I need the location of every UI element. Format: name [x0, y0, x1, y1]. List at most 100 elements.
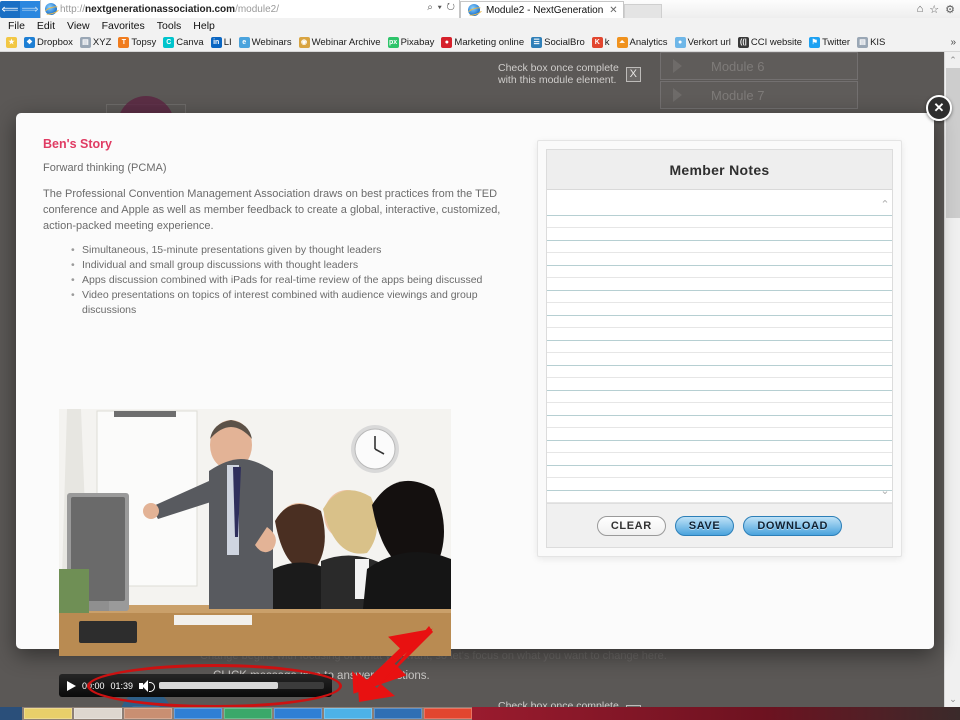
taskbar-item[interactable]	[374, 708, 422, 719]
rule-line	[547, 502, 892, 503]
bookmark-label: LI	[223, 37, 232, 48]
taskbar-item[interactable]	[74, 708, 122, 719]
bookmark-item[interactable]: ❖ Dropbox	[22, 37, 75, 48]
bookmark-item[interactable]: ★	[4, 37, 19, 48]
taskbar-item[interactable]	[174, 708, 222, 719]
rule-line	[547, 490, 892, 491]
rule-line	[547, 365, 892, 366]
bookmark-item[interactable]: ◉ Webinar Archive	[297, 37, 383, 48]
menu-item-tools[interactable]: Tools	[157, 20, 182, 32]
story-bullet: Video presentations on topics of interes…	[71, 288, 518, 318]
rule-line	[547, 215, 892, 216]
bookmark-label: k	[604, 37, 610, 48]
bookmark-favicon-icon: ⏶	[616, 37, 628, 48]
bookmark-item[interactable]: T Topsy	[116, 37, 158, 48]
bookmark-item[interactable]: ⚑ Twitter	[807, 37, 852, 48]
close-icon[interactable]: ✕	[926, 95, 952, 121]
bookmark-label: SocialBro	[544, 37, 585, 48]
browser-chrome: ⟸ ⟹ http://nextgenerationassociation.com…	[0, 0, 960, 52]
ie-favicon	[45, 3, 57, 15]
menu-item-help[interactable]: Help	[193, 20, 215, 32]
play-icon[interactable]	[67, 680, 76, 691]
rule-line	[547, 377, 892, 378]
tab-strip: Module2 - NextGeneration ✕	[460, 0, 912, 18]
address-bar[interactable]: http://nextgenerationassociation.com/mod…	[40, 0, 460, 18]
scrollbar-thumb[interactable]	[946, 68, 960, 218]
scroll-down-icon[interactable]: ⌄	[878, 484, 892, 497]
menu-item-edit[interactable]: Edit	[37, 20, 55, 32]
note-line-2: with this module element.	[498, 74, 617, 86]
rule-line	[547, 465, 892, 466]
menu-item-view[interactable]: View	[67, 20, 90, 32]
bookmarks-overflow-icon[interactable]: »	[950, 37, 956, 48]
module-card-7[interactable]: Module 7	[660, 81, 858, 109]
bookmark-item[interactable]: e Webinars	[237, 37, 294, 48]
notes-scrollbar[interactable]: ⌃ ⌄	[878, 190, 892, 503]
address-bar-text: http://nextgenerationassociation.com/mod…	[60, 4, 279, 15]
bookmark-item[interactable]: C Canva	[161, 37, 205, 48]
taskbar-item[interactable]	[274, 708, 322, 719]
rule-line	[547, 415, 892, 416]
member-notes-textarea[interactable]: ⌃ ⌄	[547, 190, 892, 503]
story-bullet-list: Simultaneous, 15-minute presentations gi…	[71, 243, 518, 318]
back-button[interactable]: ⟸	[0, 0, 20, 18]
home-icon[interactable]: ⌂	[917, 3, 924, 15]
bookmark-label: Twitter	[822, 37, 851, 48]
screen: ⟸ ⟹ http://nextgenerationassociation.com…	[0, 0, 960, 720]
video-player[interactable]: 00:00 01:39	[59, 409, 451, 720]
new-tab-button[interactable]	[623, 4, 662, 18]
start-button[interactable]	[0, 707, 22, 720]
menu-item-file[interactable]: File	[8, 20, 25, 32]
taskbar-item[interactable]	[124, 708, 172, 719]
menu-item-favorites[interactable]: Favorites	[102, 20, 145, 32]
bookmark-label: Dropbox	[37, 37, 73, 48]
bookmark-label: Canva	[176, 37, 204, 48]
navigation-bar: ⟸ ⟹ http://nextgenerationassociation.com…	[0, 0, 960, 18]
page-scrollbar[interactable]: ⌃ ⌄	[944, 52, 960, 707]
bookmark-favicon-icon: ⚑	[809, 37, 821, 48]
chrome-toolbar-icons: ⌂ ☆ ⚙	[912, 3, 960, 16]
bookmark-item[interactable]: ● Verkort url	[673, 37, 733, 48]
address-bar-controls[interactable]: ⌕ ▾ ↻	[427, 2, 456, 13]
bookmark-item[interactable]: px Pixabay	[386, 37, 437, 48]
close-icon[interactable]: ✕	[609, 5, 617, 16]
module-complete-checkbox[interactable]: X	[625, 66, 641, 82]
taskbar-item[interactable]	[324, 708, 372, 719]
clear-button[interactable]: CLEAR	[596, 515, 666, 536]
gear-icon[interactable]: ⚙	[945, 3, 955, 16]
rule-line	[547, 477, 892, 478]
bookmark-label: CCI website	[750, 37, 803, 48]
scroll-down-icon[interactable]: ⌄	[945, 691, 960, 707]
bookmark-label: Webinars	[251, 37, 292, 48]
bookmark-item[interactable]: ▤ XYZ	[78, 37, 113, 48]
menu-bar: File Edit View Favorites Tools Help	[0, 18, 960, 34]
tab-module2[interactable]: Module2 - NextGeneration ✕	[460, 1, 624, 18]
module-card-6[interactable]: Module 6	[660, 52, 858, 80]
taskbar-item[interactable]	[24, 708, 72, 719]
scroll-up-icon[interactable]: ⌃	[878, 198, 892, 211]
rule-line	[547, 402, 892, 403]
bookmark-item[interactable]: ▤ KIS	[855, 37, 887, 48]
bookmark-item[interactable]: ☰ SocialBro	[529, 37, 587, 48]
member-notes-actions: CLEAR SAVE DOWNLOAD	[547, 503, 892, 547]
taskbar-background	[472, 707, 960, 720]
bookmark-item[interactable]: Kk	[590, 37, 612, 48]
bookmark-favicon-icon: px	[387, 37, 399, 48]
taskbar-item[interactable]	[424, 708, 472, 719]
save-button[interactable]: SAVE	[674, 515, 735, 536]
bookmark-favicon-icon: T	[118, 37, 130, 48]
chevron-right-icon	[673, 59, 682, 73]
bookmark-item[interactable]: in LI	[209, 37, 234, 48]
bookmark-item[interactable]: ⏶ Analytics	[615, 37, 670, 48]
rule-line	[547, 340, 892, 341]
ruled-lines	[547, 190, 892, 503]
download-button[interactable]: DOWNLOAD	[743, 515, 843, 536]
favorites-star-icon[interactable]: ☆	[929, 3, 939, 16]
bookmark-item[interactable]: ((| CCI website	[736, 37, 804, 48]
taskbar-item[interactable]	[224, 708, 272, 719]
scroll-up-icon[interactable]: ⌃	[945, 52, 960, 68]
windows-taskbar	[0, 707, 960, 720]
forward-button[interactable]: ⟹	[20, 0, 40, 18]
member-notes-panel: Member Notes ⌃ ⌄ CLEAR SAVE DOWNLOAD	[537, 140, 902, 557]
bookmark-item[interactable]: ● Marketing online	[439, 37, 526, 48]
